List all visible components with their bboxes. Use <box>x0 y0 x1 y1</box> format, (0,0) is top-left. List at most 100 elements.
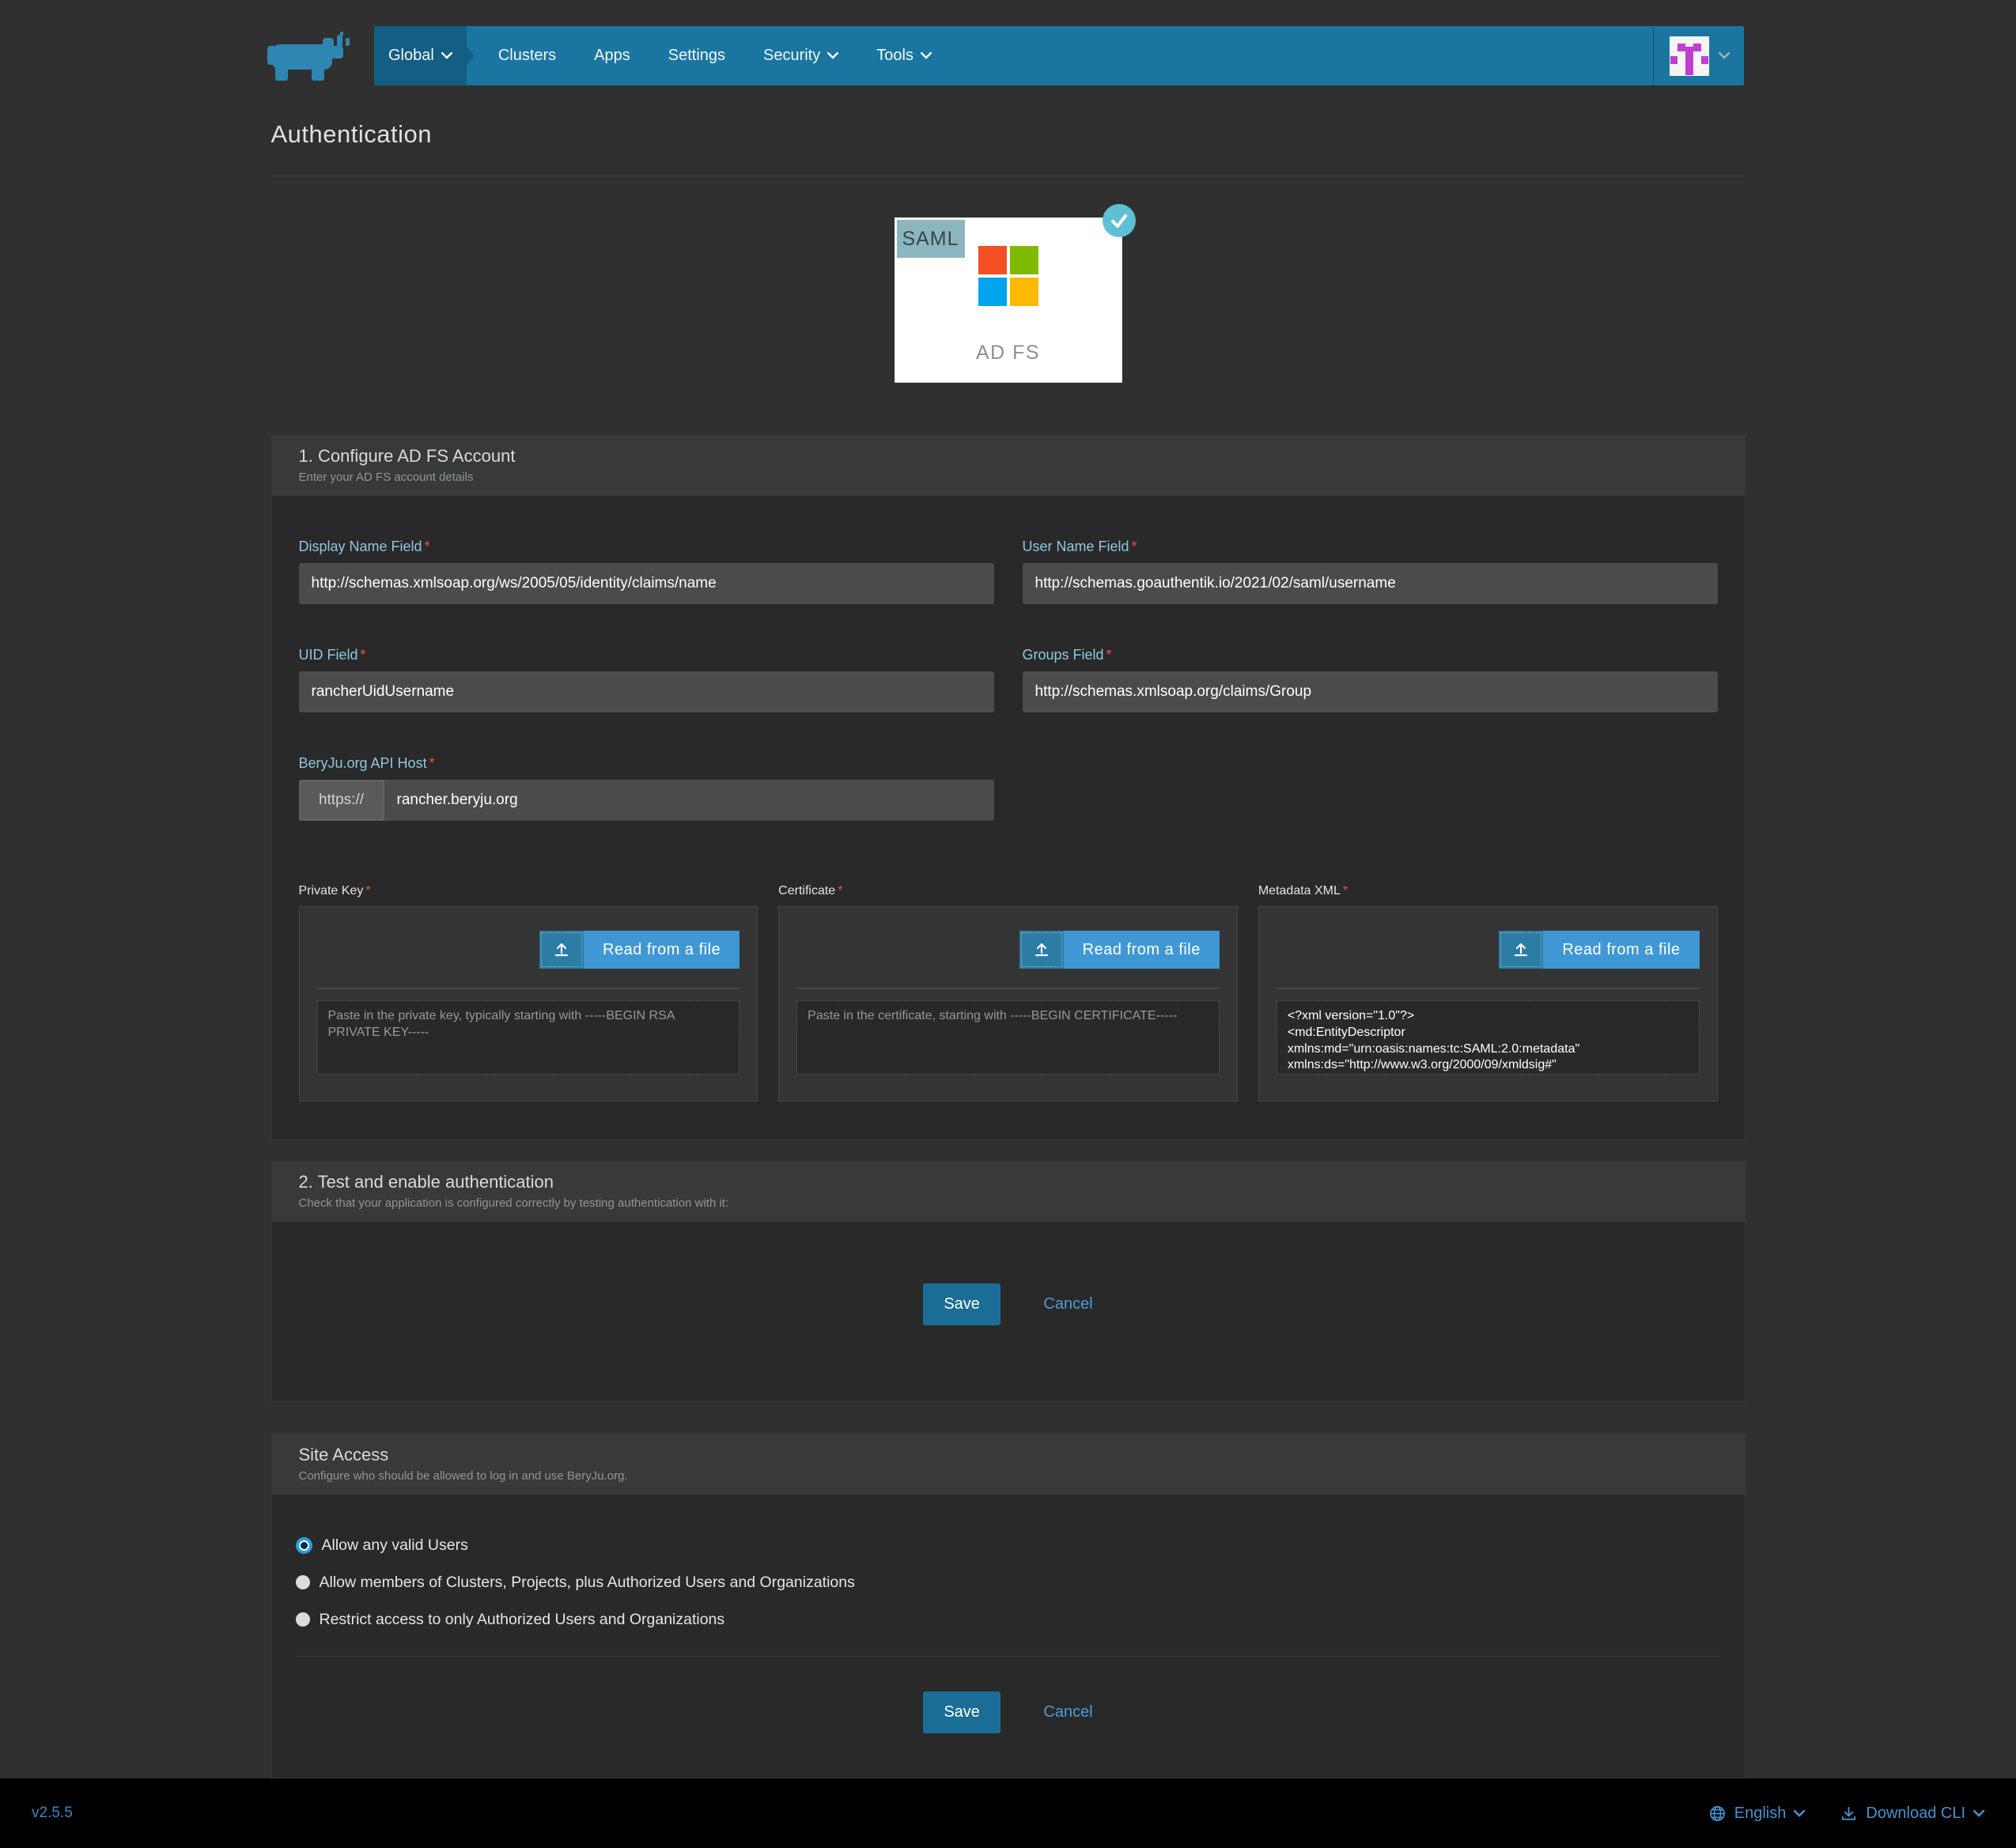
required-marker: * <box>365 884 370 898</box>
field-label: UID Field* <box>299 647 994 663</box>
metadata-xml-textarea[interactable]: <?xml version="1.0"?> <md:EntityDescript… <box>1277 1000 1700 1075</box>
field-uid: UID Field* <box>299 647 994 712</box>
required-marker: * <box>425 539 430 554</box>
section-header: Site Access Configure who should be allo… <box>272 1434 1745 1495</box>
section-subtitle: Configure who should be allowed to log i… <box>299 1469 1718 1483</box>
chevron-down-icon <box>827 52 838 59</box>
user-avatar <box>1670 36 1709 76</box>
footer: v2.5.5 English Download CLI <box>0 1778 2016 1848</box>
required-marker: * <box>1132 539 1137 554</box>
provider-name: AD FS <box>895 342 1122 365</box>
field-user-name: User Name Field* <box>1023 539 1718 604</box>
nav-item-settings[interactable]: Settings <box>649 26 744 85</box>
api-host-input[interactable] <box>384 780 994 821</box>
user-name-input[interactable] <box>1023 563 1718 604</box>
upload-icon <box>539 931 584 969</box>
panel-divider <box>317 988 740 989</box>
nav-item-security[interactable]: Security <box>744 26 857 85</box>
nav-item-global[interactable]: Global <box>374 26 467 85</box>
api-host-group: https:// <box>299 780 994 821</box>
field-label: Private Key* <box>299 884 371 898</box>
download-icon <box>1840 1805 1858 1823</box>
ms-yellow-square <box>1010 278 1038 306</box>
display-name-input[interactable] <box>299 563 994 604</box>
nav-label: Settings <box>668 47 725 65</box>
metadata-xml-panel: Read from a file <?xml version="1.0"?> <… <box>1258 906 1718 1102</box>
required-marker: * <box>429 755 435 771</box>
uid-input[interactable] <box>299 671 994 712</box>
download-cli[interactable]: Download CLI <box>1840 1805 1984 1823</box>
actions-row: Save Cancel <box>272 1222 1745 1401</box>
field-label: BeryJu.org API Host* <box>299 755 994 772</box>
save-button[interactable]: Save <box>923 1283 1000 1325</box>
field-label: Metadata XML* <box>1258 884 1348 898</box>
nav-item-clusters[interactable]: Clusters <box>479 26 575 85</box>
certificate-panel: Read from a file <box>778 906 1238 1102</box>
page-title: Authentication <box>271 120 1746 149</box>
rancher-logo[interactable] <box>267 30 353 82</box>
upload-icon <box>1019 931 1064 969</box>
chevron-down-icon <box>921 52 932 59</box>
field-api-host: BeryJu.org API Host* https:// <box>299 755 994 821</box>
groups-input[interactable] <box>1023 671 1718 712</box>
nav-label: Apps <box>594 47 630 65</box>
selected-check-icon <box>1103 204 1136 237</box>
nav-item-tools[interactable]: Tools <box>857 26 951 85</box>
nav-label: Tools <box>876 47 913 65</box>
https-prefix-addon: https:// <box>299 780 384 821</box>
private-key-column: Private Key* Read from a file <box>299 884 758 1102</box>
top-nav: Global Clusters Apps Settings Security T… <box>374 26 1744 85</box>
required-marker: * <box>1343 884 1348 898</box>
rancher-cow-icon <box>267 30 353 82</box>
nav-label: Security <box>763 47 820 65</box>
required-marker: * <box>1106 647 1112 663</box>
header: Global Clusters Apps Settings Security T… <box>0 0 2016 85</box>
saml-badge: SAML <box>897 220 965 258</box>
nav-item-apps[interactable]: Apps <box>575 26 649 85</box>
section-subtitle: Enter your AD FS account details <box>299 471 1718 484</box>
language-selector[interactable]: English <box>1708 1805 1806 1823</box>
save-button[interactable]: Save <box>923 1691 1000 1733</box>
required-marker: * <box>361 647 366 663</box>
chevron-down-icon <box>441 52 452 59</box>
read-from-file-label: Read from a file <box>1543 931 1699 969</box>
download-cli-label: Download CLI <box>1866 1805 1965 1823</box>
radio-selected-icon <box>296 1537 312 1554</box>
provider-card-row: SAML AD FS <box>271 217 1746 383</box>
nav-active-notch <box>467 47 475 66</box>
section-test-enable: 2. Test and enable authentication Check … <box>271 1161 1746 1402</box>
cancel-link[interactable]: Cancel <box>1043 1295 1092 1313</box>
provider-card-adfs[interactable]: SAML AD FS <box>895 217 1122 383</box>
user-menu[interactable] <box>1653 26 1744 85</box>
ms-blue-square <box>978 278 1007 306</box>
radio-label: Restrict access to only Authorized Users… <box>320 1611 725 1629</box>
field-label: Certificate* <box>778 884 842 898</box>
keys-row: Private Key* Read from a file <box>299 884 1718 1102</box>
chevron-down-icon <box>1719 52 1730 59</box>
cancel-link[interactable]: Cancel <box>1043 1703 1092 1721</box>
globe-icon <box>1708 1805 1727 1823</box>
private-key-textarea[interactable] <box>317 1000 740 1075</box>
read-from-file-button[interactable]: Read from a file <box>539 931 739 969</box>
main-content: Authentication SAML AD FS 1. Configur <box>271 85 1746 1778</box>
section-header: 2. Test and enable authentication Check … <box>272 1162 1745 1222</box>
field-label: User Name Field* <box>1023 539 1718 555</box>
section-body: Display Name Field* User Name Field* UID… <box>272 496 1745 1139</box>
panel-divider <box>796 988 1220 989</box>
radio-allow-members[interactable]: Allow members of Clusters, Projects, plu… <box>296 1571 1721 1593</box>
radio-label: Allow any valid Users <box>322 1536 468 1555</box>
private-key-panel: Read from a file <box>299 906 758 1102</box>
certificate-column: Certificate* Read from a file <box>778 884 1238 1102</box>
radio-allow-any-valid-users[interactable]: Allow any valid Users <box>296 1534 1721 1556</box>
read-from-file-button[interactable]: Read from a file <box>1499 931 1699 969</box>
chevron-down-icon <box>1794 1810 1805 1817</box>
field-label: Display Name Field* <box>299 539 994 555</box>
read-from-file-button[interactable]: Read from a file <box>1019 931 1220 969</box>
radio-restrict-access[interactable]: Restrict access to only Authorized Users… <box>296 1608 1721 1631</box>
section-title: Site Access <box>299 1445 1718 1465</box>
certificate-textarea[interactable] <box>796 1000 1220 1075</box>
nav-label: Global <box>388 47 434 65</box>
radio-icon <box>296 1575 310 1589</box>
read-from-file-label: Read from a file <box>584 931 739 969</box>
form-grid: Display Name Field* User Name Field* UID… <box>299 539 1718 712</box>
